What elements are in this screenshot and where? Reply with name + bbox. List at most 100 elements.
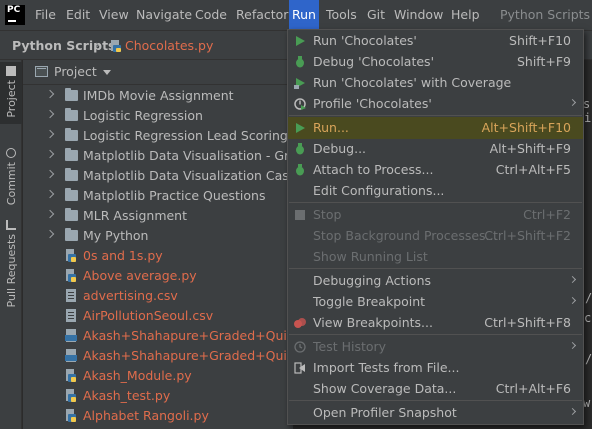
chevron-right-icon[interactable]: [45, 209, 55, 219]
run-icon: [296, 36, 305, 46]
run-menu-item-profile-chocolates[interactable]: Profile 'Chocolates': [288, 93, 583, 115]
tree-item-label: 0s and 1s.py: [83, 248, 163, 263]
import-icon: [294, 362, 305, 374]
menu-code[interactable]: Code: [192, 0, 230, 30]
menu-help[interactable]: Help: [448, 0, 483, 30]
menu-view[interactable]: View: [96, 0, 132, 30]
tab-commit-label: Commit: [4, 162, 18, 206]
breadcrumb-file[interactable]: Chocolates.py: [125, 31, 213, 60]
menu-item-shortcut: Shift+F9: [516, 54, 571, 69]
folder-icon: [65, 208, 78, 221]
python-file-icon: [66, 249, 76, 262]
tree-file-row[interactable]: Above average.py: [23, 266, 293, 286]
menu-item-label: Test History: [313, 339, 387, 354]
tree-item-label: IMDb Movie Assignment: [83, 88, 234, 103]
python-file-icon: [66, 269, 76, 282]
run-menu-item-view-breakpoints[interactable]: View Breakpoints... Ctrl+Shift+F8: [288, 312, 583, 334]
menu-item-label: Run 'Chocolates': [313, 33, 417, 48]
run-menu-item-debug-chocolates[interactable]: Debug 'Chocolates' Shift+F9: [288, 51, 583, 73]
menu-item-label: Profile 'Chocolates': [313, 96, 432, 111]
python-file-icon: [66, 389, 76, 402]
run-menu-item-stop: Stop Ctrl+F2: [288, 204, 583, 226]
menu-item-shortcut: Ctrl+F2: [523, 207, 571, 222]
chevron-right-icon[interactable]: [45, 109, 55, 119]
menu-item-label: Stop: [313, 207, 342, 222]
tree-item-label: Logistic Regression: [83, 108, 203, 123]
menu-file[interactable]: File: [32, 0, 59, 30]
menu-bar: PC File Edit View Navigate Code Refactor…: [0, 0, 592, 30]
chevron-right-icon[interactable]: [45, 229, 55, 239]
chevron-right-icon[interactable]: [45, 149, 55, 159]
tree-file-row[interactable]: Akash_Module.py: [23, 366, 293, 386]
run-menu-item-open-profiler-snapshot[interactable]: Open Profiler Snapshot: [288, 402, 583, 424]
menu-edit[interactable]: Edit: [63, 0, 93, 30]
tab-commit[interactable]: Commit: [0, 144, 22, 208]
run-menu-item-debugging-actions[interactable]: Debugging Actions: [288, 270, 583, 292]
run-menu-item-show-coverage-data[interactable]: Show Coverage Data... Ctrl+Alt+F6: [288, 378, 583, 400]
run-icon: [296, 123, 305, 133]
tool-window-strip: Project Commit Pull Requests: [0, 60, 22, 429]
menu-item-label: View Breakpoints...: [313, 315, 433, 330]
menu-navigate[interactable]: Navigate: [133, 0, 195, 30]
tree-file-row[interactable]: AirPollutionSeoul.csv: [23, 306, 293, 326]
chevron-right-icon[interactable]: [45, 89, 55, 99]
menu-item-shortcut: Ctrl+Shift+F8: [484, 315, 571, 330]
tree-file-row[interactable]: advertising.csv: [23, 286, 293, 306]
run-menu-item-run[interactable]: Run... Alt+Shift+F10: [288, 117, 583, 139]
tab-pull-requests[interactable]: Pull Requests: [0, 216, 22, 312]
tree-file-row[interactable]: 0s and 1s.py: [23, 246, 293, 266]
tree-item-label: AirPollutionSeoul.csv: [83, 308, 214, 323]
stop-icon: [295, 210, 305, 220]
run-menu-item-run-chocolates-with-coverage[interactable]: Run 'Chocolates' with Coverage: [288, 72, 583, 94]
tree-file-row[interactable]: Akash_test.py: [23, 386, 293, 406]
tree-folder-row[interactable]: My Python: [23, 226, 293, 246]
tab-project[interactable]: Project: [0, 62, 22, 124]
run-menu-item-edit-configurations[interactable]: Edit Configurations...: [288, 180, 583, 202]
run-menu-item-toggle-breakpoint[interactable]: Toggle Breakpoint: [288, 291, 583, 313]
breadcrumb-project[interactable]: Python Scripts: [12, 31, 115, 60]
tree-file-row[interactable]: Akash+Shahapure+Graded+Quiz+2+-: [23, 346, 293, 366]
commit-tab-icon: [6, 148, 16, 158]
menu-item-shortcut: Ctrl+Shift+F2: [484, 228, 571, 243]
menu-git[interactable]: Git: [364, 0, 388, 30]
chevron-right-icon[interactable]: [45, 129, 55, 139]
tree-item-label: Akash_test.py: [83, 388, 171, 403]
window-title: Python Scripts - C: [500, 7, 592, 22]
run-menu-item-attach-to-process[interactable]: Attach to Process... Ctrl+Alt+F5: [288, 159, 583, 181]
chevron-right-icon[interactable]: [45, 189, 55, 199]
menu-item-label: Debug 'Chocolates': [313, 54, 435, 69]
tree-file-row[interactable]: Akash+Shahapure+Graded+Quiz+1+-: [23, 326, 293, 346]
tree-folder-row[interactable]: Matplotlib Data Visualisation - Graded: [23, 146, 293, 166]
tree-folder-row[interactable]: IMDb Movie Assignment: [23, 86, 293, 106]
tree-folder-row[interactable]: Logistic Regression Lead Scoring Assig: [23, 126, 293, 146]
menu-refactor[interactable]: Refactor: [233, 0, 291, 30]
chevron-right-icon[interactable]: [45, 169, 55, 179]
tree-folder-row[interactable]: Matplotlib Practice Questions: [23, 186, 293, 206]
run-menu-dropdown: Run 'Chocolates' Shift+F10 Debug 'Chocolat…: [287, 29, 584, 425]
run-menu-item-run-chocolates[interactable]: Run 'Chocolates' Shift+F10: [288, 30, 583, 52]
project-panel: Project IMDb Movie Assignment Logistic Re…: [23, 60, 293, 429]
menu-window[interactable]: Window: [391, 0, 446, 30]
project-view-label[interactable]: Project: [54, 60, 97, 84]
tree-folder-row[interactable]: Logistic Regression: [23, 106, 293, 126]
folder-icon: [65, 148, 78, 161]
chevron-down-icon[interactable]: [103, 70, 111, 75]
run-menu-item-debug[interactable]: Debug... Alt+Shift+F9: [288, 138, 583, 160]
tree-folder-row[interactable]: MLR Assignment: [23, 206, 293, 226]
menu-run[interactable]: Run: [289, 0, 319, 30]
notebook-file-icon: [65, 329, 77, 342]
notebook-file-icon: [65, 349, 77, 362]
submenu-arrow-icon: [568, 341, 577, 350]
run-menu-item-test-history: Test History: [288, 336, 583, 358]
tree-folder-row[interactable]: Matplotlib Data Visualization Case Stud: [23, 166, 293, 186]
menu-item-label: Run...: [313, 120, 349, 135]
tree-file-row[interactable]: Alphabet Rangoli.py: [23, 406, 293, 426]
menu-tools[interactable]: Tools: [323, 0, 360, 30]
menu-separator: [289, 400, 582, 401]
tree-item-label: Matplotlib Practice Questions: [83, 188, 266, 203]
debug-icon: [296, 143, 304, 155]
menu-item-label: Debug...: [313, 141, 367, 156]
run-menu-item-import-tests-from-file[interactable]: Import Tests from File...: [288, 357, 583, 379]
menu-item-label: Open Profiler Snapshot: [313, 405, 457, 420]
tree-item-label: Akash+Shahapure+Graded+Quiz+2+-: [83, 348, 293, 363]
